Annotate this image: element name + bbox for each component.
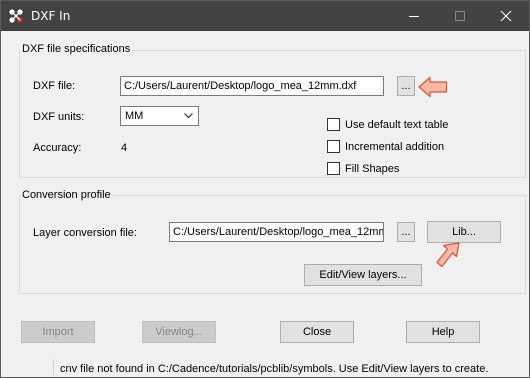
use-default-text-table-label[interactable]: Use default text table xyxy=(345,119,448,131)
dxf-in-dialog: DXF In DXF file specifications DXF file:… xyxy=(0,0,530,378)
dxf-file-label: DXF file: xyxy=(33,80,76,92)
help-button[interactable]: Help xyxy=(406,321,480,343)
dxf-spec-group xyxy=(19,50,526,178)
status-message: cnv file not found in C:/Cadence/tutoria… xyxy=(60,363,489,375)
close-window-button[interactable] xyxy=(483,1,529,31)
layer-file-browse-button[interactable]: ... xyxy=(397,222,415,242)
conversion-profile-group-title: Conversion profile xyxy=(20,189,113,201)
incremental-addition-label[interactable]: Incremental addition xyxy=(345,141,444,153)
annotation-arrow-up-right-icon xyxy=(436,242,460,268)
layer-conversion-file-field[interactable]: C:/Users/Laurent/Desktop/logo_mea_12mm.c… xyxy=(169,222,384,242)
title-bar[interactable]: DXF In xyxy=(1,1,529,31)
minimize-button[interactable] xyxy=(391,1,437,31)
lib-button[interactable]: Lib... xyxy=(427,221,501,243)
annotation-arrow-left-icon xyxy=(418,76,448,98)
app-icon xyxy=(9,9,23,23)
minimize-icon xyxy=(409,16,419,17)
dxf-file-field[interactable]: C:/Users/Laurent/Desktop/logo_mea_12mm.d… xyxy=(120,76,384,96)
maximize-button[interactable] xyxy=(437,1,483,31)
layer-conversion-file-label: Layer conversion file: xyxy=(33,227,137,239)
fill-shapes-checkbox[interactable] xyxy=(327,162,340,175)
chevron-down-icon xyxy=(184,113,193,119)
dxf-spec-group-title: DXF file specifications xyxy=(20,43,133,55)
maximize-icon xyxy=(455,11,465,21)
dxf-file-browse-button[interactable]: ... xyxy=(397,76,415,96)
close-button[interactable]: Close xyxy=(280,321,354,343)
dxf-units-select[interactable]: MM xyxy=(120,106,199,126)
dxf-units-value: MM xyxy=(125,110,144,122)
dxf-units-label: DXF units: xyxy=(33,111,85,123)
incremental-addition-checkbox[interactable] xyxy=(327,140,340,153)
accuracy-label: Accuracy: xyxy=(33,142,82,154)
window-title: DXF In xyxy=(31,9,71,23)
accuracy-value: 4 xyxy=(121,142,128,154)
status-divider xyxy=(53,359,54,375)
fill-shapes-label[interactable]: Fill Shapes xyxy=(345,163,399,175)
use-default-text-table-checkbox[interactable] xyxy=(327,118,340,131)
status-bar: cnv file not found in C:/Cadence/tutoria… xyxy=(1,357,529,377)
viewlog-button[interactable]: Viewlog... xyxy=(142,321,216,343)
close-icon xyxy=(500,10,512,22)
edit-view-layers-button[interactable]: Edit/View layers... xyxy=(304,264,422,286)
import-button[interactable]: Import xyxy=(21,321,95,343)
